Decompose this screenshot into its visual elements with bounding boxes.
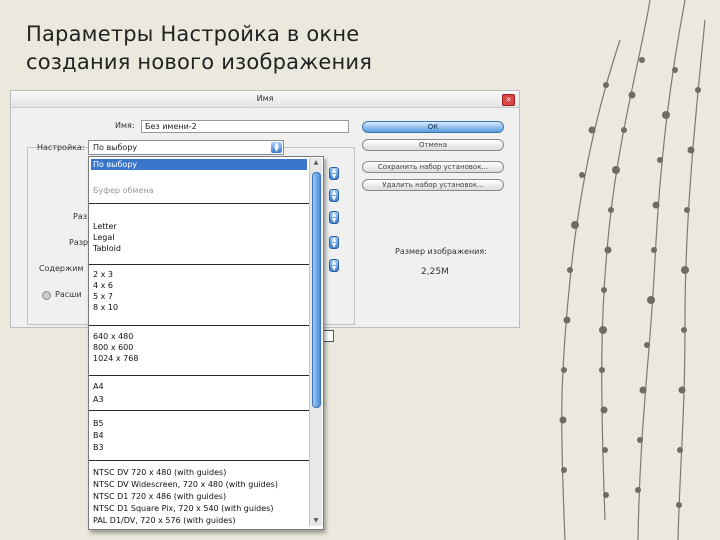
dialog-title: Имя	[256, 94, 274, 103]
list-item[interactable]: 8 x 10	[91, 302, 307, 313]
dialog-titlebar: Имя ✕	[11, 91, 519, 108]
slide-title-line-1: Параметры Настройка в окне	[26, 22, 360, 46]
scroll-up-icon[interactable]: ▲	[311, 158, 321, 168]
slide-title-line-2: создания нового изображения	[26, 50, 373, 74]
size-label: Раз	[73, 212, 87, 221]
preset-select[interactable]: По выбору ▲ ▼	[88, 140, 284, 155]
contents-label: Содержим	[39, 264, 84, 273]
list-separator	[89, 375, 309, 376]
decorative-branches-image	[559, 0, 706, 540]
list-item[interactable]: Tabloid	[91, 243, 307, 254]
close-icon[interactable]: ✕	[502, 94, 515, 106]
list-item[interactable]: B3	[91, 442, 307, 453]
list-item: Буфер обмена	[93, 186, 154, 195]
list-item[interactable]: По выбору	[91, 159, 307, 170]
image-size-value: 2,25М	[421, 267, 449, 277]
list-item[interactable]: NTSC D1 Square Pix, 720 x 540 (with guid…	[91, 503, 307, 514]
list-separator	[89, 460, 309, 461]
list-item[interactable]: B4	[91, 430, 307, 441]
scroll-down-icon[interactable]: ▼	[311, 516, 321, 526]
scrollbar-thumb[interactable]	[312, 172, 321, 408]
ok-button[interactable]: ОК	[362, 121, 504, 133]
list-separator	[89, 410, 309, 411]
list-separator	[89, 203, 309, 204]
list-item[interactable]: 800 x 600	[91, 342, 307, 353]
cancel-button[interactable]: Отмена	[362, 139, 504, 151]
list-item[interactable]: Letter	[91, 221, 307, 232]
size-unit-stepper[interactable]: ▲ ▼	[329, 167, 339, 180]
list-item[interactable]: NTSC DV Widescreen, 720 x 480 (with guid…	[91, 479, 307, 490]
list-item[interactable]: A3	[91, 394, 307, 405]
color-depth-stepper[interactable]: ▲ ▼	[329, 259, 339, 272]
vertical-scrollbar[interactable]: ▲ ▼	[309, 158, 322, 526]
name-field[interactable]: Без имени-2	[141, 120, 349, 133]
list-item[interactable]: 1024 x 768	[91, 353, 307, 364]
list-item[interactable]: B5	[91, 418, 307, 429]
list-item[interactable]: PAL D1/DV, 720 x 576 (with guides)	[91, 515, 307, 526]
list-item[interactable]: NTSC DV 720 x 480 (with guides)	[91, 467, 307, 478]
chevron-updown-icon: ▲ ▼	[271, 142, 282, 153]
save-preset-button[interactable]: Сохранить набор установок...	[362, 161, 504, 173]
preset-dropdown-list: По выбору Буфер обмена Letter Legal Tabl…	[88, 156, 324, 530]
list-item[interactable]: 5 x 7	[91, 291, 307, 302]
list-item[interactable]: NTSC D1 720 x 486 (with guides)	[91, 491, 307, 502]
list-item[interactable]: 640 x 480	[91, 331, 307, 342]
list-separator	[89, 264, 309, 265]
list-separator	[89, 325, 309, 326]
advanced-toggle-icon[interactable]	[42, 291, 51, 300]
delete-preset-button[interactable]: Удалить набор установок...	[362, 179, 504, 191]
slide-title: Параметры Настройка в окне создания ново…	[26, 20, 372, 76]
preset-label: Настройка:	[37, 143, 85, 152]
preset-select-value: По выбору	[93, 143, 138, 152]
advanced-label[interactable]: Расши	[55, 290, 82, 299]
height-unit-stepper[interactable]: ▲ ▼	[329, 211, 339, 224]
image-size-label: Размер изображения:	[395, 247, 487, 256]
resolution-label: Разр	[69, 238, 89, 247]
resolution-unit-stepper[interactable]: ▲ ▼	[329, 236, 339, 249]
list-item[interactable]: Legal	[91, 232, 307, 243]
list-item[interactable]: A4	[91, 381, 307, 392]
width-unit-stepper[interactable]: ▲ ▼	[329, 189, 339, 202]
name-label: Имя:	[115, 121, 135, 130]
list-item[interactable]: 4 x 6	[91, 280, 307, 291]
list-item[interactable]: 2 x 3	[91, 269, 307, 280]
